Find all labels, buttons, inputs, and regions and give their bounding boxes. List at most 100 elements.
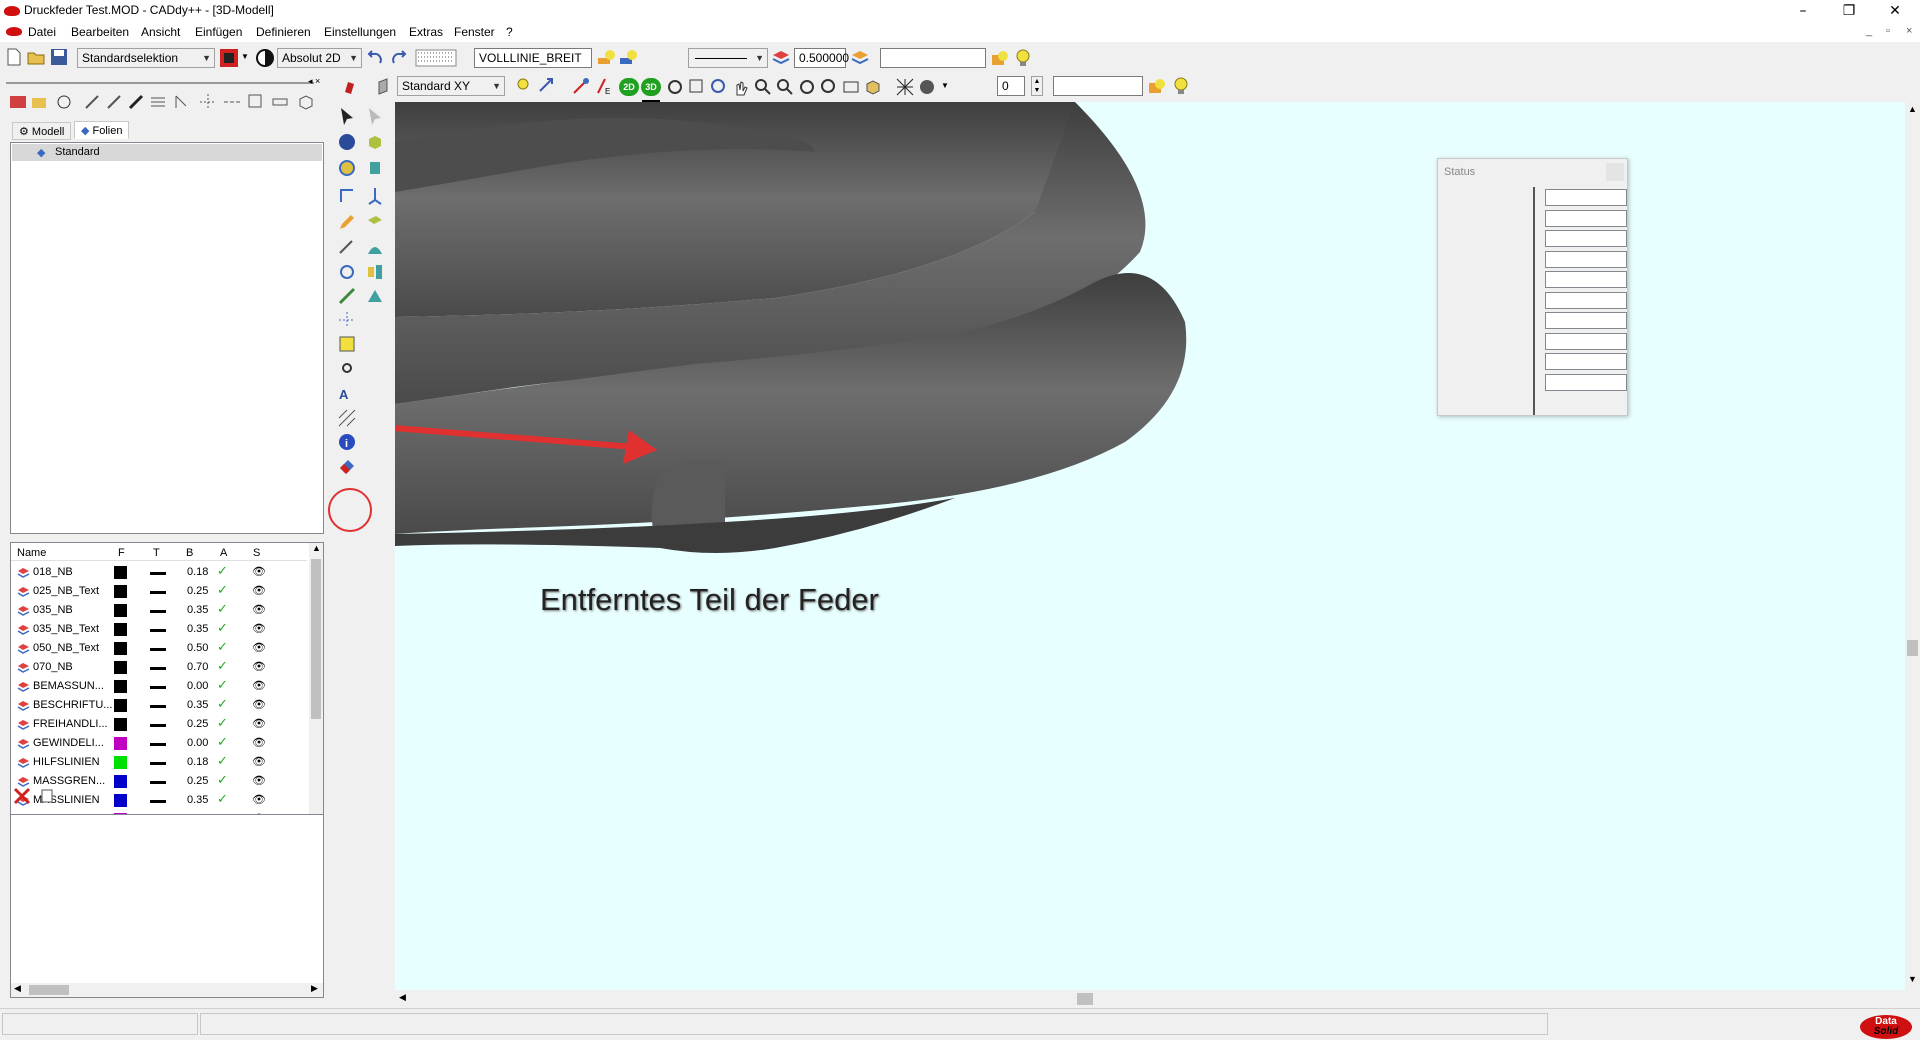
centerline-icon[interactable]	[337, 310, 357, 330]
layer-width[interactable]: 0.70	[187, 661, 208, 673]
undo-icon[interactable]	[365, 48, 385, 68]
menu-help[interactable]: ?	[506, 25, 513, 39]
mdi-restore-button[interactable]: ▫	[1886, 25, 1890, 37]
close-button[interactable]: ✕	[1872, 0, 1918, 22]
layer-visible-eye-icon[interactable]: 👁	[252, 660, 266, 673]
layer-width[interactable]: 0.35	[187, 699, 208, 711]
layer-active-check-icon[interactable]: ✓	[217, 602, 228, 617]
search-field[interactable]	[1053, 76, 1143, 96]
layer-active-check-icon[interactable]: ✓	[217, 621, 228, 636]
layer-linetype[interactable]	[150, 629, 166, 632]
layer-linetype[interactable]	[150, 591, 166, 594]
hscroll-thumb[interactable]	[1077, 993, 1093, 1005]
layer-visible-eye-icon[interactable]: 👁	[252, 622, 266, 635]
layer-active-check-icon[interactable]: ✓	[217, 583, 228, 598]
layer-width[interactable]: 0.00	[187, 680, 208, 692]
select-arrow2-icon[interactable]	[365, 106, 385, 126]
delete-layer-icon[interactable]	[12, 786, 32, 806]
lightbulb-icon[interactable]	[1013, 48, 1033, 68]
layer-visible-eye-icon[interactable]: 👁	[252, 698, 266, 711]
line-width-field[interactable]: 0.500000	[794, 48, 849, 68]
layer-row[interactable]: HILFSLINIEN 0.18 ✓ 👁	[11, 753, 321, 772]
layer-color-swatch[interactable]	[114, 680, 127, 693]
folder-light-icon[interactable]	[1147, 76, 1167, 96]
shade-dropdown-icon[interactable]: ▼	[941, 81, 949, 90]
layer-visible-eye-icon[interactable]: 👁	[252, 793, 266, 806]
layer-color-swatch[interactable]	[114, 699, 127, 712]
axis-icon[interactable]	[365, 186, 385, 206]
scroll-up-icon[interactable]: ▲	[312, 543, 321, 553]
sphere-icon[interactable]	[337, 132, 357, 152]
modify-icon[interactable]	[337, 238, 357, 258]
layer-linetype[interactable]	[150, 724, 166, 727]
layer-color-swatch[interactable]	[114, 737, 127, 750]
hscroll-left-icon[interactable]: ◀	[399, 992, 406, 1003]
panel-pin-icon[interactable]: ◂ ×	[308, 76, 320, 87]
layer-width[interactable]: 0.35	[187, 623, 208, 635]
info-icon[interactable]: i	[337, 432, 357, 452]
layer-row[interactable]: 018_NB 0.18 ✓ 👁	[11, 563, 321, 582]
layer-color-swatch[interactable]	[114, 718, 127, 731]
panel-grip[interactable]	[6, 82, 314, 84]
status-window[interactable]: Status	[1437, 158, 1628, 416]
edge-icon[interactable]: E	[593, 76, 613, 96]
panel-tool-1-icon[interactable]	[8, 92, 28, 112]
layer-visible-eye-icon[interactable]: 👁	[252, 641, 266, 654]
layer-linetype[interactable]	[150, 800, 166, 803]
refresh-icon[interactable]	[337, 262, 357, 282]
pencil-icon[interactable]	[337, 212, 357, 232]
cube-icon[interactable]	[863, 77, 883, 97]
layer-list-scroll-thumb[interactable]	[311, 559, 321, 719]
panel-tool-5-icon[interactable]	[104, 92, 124, 112]
layer-linetype[interactable]	[150, 762, 166, 765]
rotate-view-icon[interactable]	[665, 77, 685, 97]
layer-row[interactable]: BESCHRIFTU... 0.35 ✓ 👁	[11, 696, 321, 715]
measure-icon[interactable]	[571, 76, 591, 96]
col-b[interactable]: B	[186, 547, 193, 559]
sweep-icon[interactable]	[365, 238, 385, 258]
layer-visible-eye-icon[interactable]: 👁	[252, 603, 266, 616]
panel-tool-8-icon[interactable]	[172, 92, 192, 112]
layer-light-icon[interactable]	[596, 48, 616, 68]
clip-icon[interactable]	[841, 77, 861, 97]
grid-pattern-icon[interactable]	[415, 48, 461, 68]
panel-tool-3-icon[interactable]	[54, 92, 74, 112]
panel-tool-10-icon[interactable]	[222, 92, 242, 112]
zoom-all-icon[interactable]	[797, 77, 817, 97]
layer-active-check-icon[interactable]: ✓	[217, 773, 228, 788]
tab-modell[interactable]: ⚙ Modell	[12, 122, 72, 140]
selection-mode-select[interactable]: Standardselektion ▼	[77, 48, 215, 68]
coord-mode-select[interactable]: Absolut 2D ▼	[277, 48, 362, 68]
layer-active-check-icon[interactable]: ✓	[217, 678, 228, 693]
layer-row[interactable]: 050_NB_Text 0.50 ✓ 👁	[11, 639, 321, 658]
zoom-out-icon[interactable]	[775, 77, 795, 97]
view-plane-select[interactable]: Standard XY ▼	[397, 76, 505, 96]
viewport-hscrollbar[interactable]: ◀	[395, 990, 1905, 1008]
line-icon[interactable]	[337, 286, 357, 306]
menu-definieren[interactable]: Definieren	[256, 25, 311, 39]
layer-row[interactable]: 025_NB_Text 0.25 ✓ 👁	[11, 582, 321, 601]
layer-visible-eye-icon[interactable]: 👁	[252, 679, 266, 692]
layer-row[interactable]: 035_NB 0.35 ✓ 👁	[11, 601, 321, 620]
coordinate-system-icon[interactable]	[255, 48, 275, 68]
layer-list-scrollbar[interactable]: ▲ ▼	[309, 543, 323, 853]
zoom-fit-icon[interactable]	[709, 77, 729, 97]
layer-active-check-icon[interactable]: ✓	[217, 754, 228, 769]
panel-tool-2-icon[interactable]	[30, 92, 50, 112]
layer-active-check-icon[interactable]: ✓	[217, 716, 228, 731]
vscroll-thumb[interactable]	[1907, 640, 1918, 656]
open-folder-icon[interactable]	[26, 47, 46, 67]
menu-einstellungen[interactable]: Einstellungen	[324, 25, 396, 39]
redo-icon[interactable]	[389, 48, 409, 68]
vscroll-down-icon[interactable]: ▼	[1908, 974, 1917, 984]
loft-icon[interactable]	[365, 262, 385, 282]
panel-tool-12-icon[interactable]	[270, 92, 290, 112]
box-icon[interactable]	[365, 132, 385, 152]
layer-color-swatch[interactable]	[114, 642, 127, 655]
boolean-icon[interactable]	[365, 286, 385, 306]
properties-hscrollbar[interactable]: ◀ ▶	[11, 983, 323, 997]
layer-row[interactable]: FREIHANDLI... 0.25 ✓ 👁	[11, 715, 321, 734]
col-t[interactable]: T	[153, 547, 160, 559]
layer-row[interactable]: 070_NB 0.70 ✓ 👁	[11, 658, 321, 677]
col-a[interactable]: A	[220, 547, 227, 559]
